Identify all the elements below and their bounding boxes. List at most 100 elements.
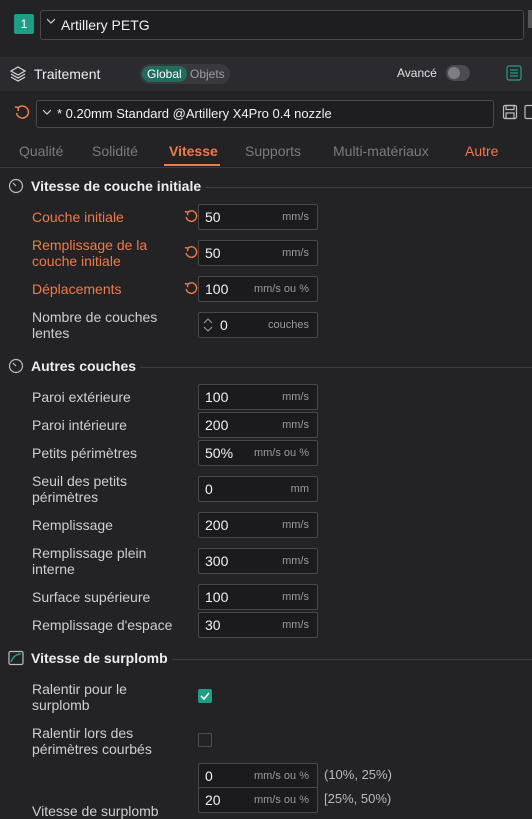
tab-vitesse[interactable]: Vitesse xyxy=(169,143,218,159)
checkmark-icon xyxy=(200,692,210,701)
active-tab-underline xyxy=(164,164,220,166)
surface-superieure-input[interactable]: 100 mm/s xyxy=(198,584,318,610)
nombre-couches-lentes-stepper[interactable]: 0 couches xyxy=(198,312,318,338)
ralentir-perimetres-courbes-checkbox[interactable] xyxy=(198,733,212,747)
ralentir-surplomb-checkbox[interactable] xyxy=(198,689,212,703)
chevron-down-icon xyxy=(47,18,55,24)
field-value: 50 xyxy=(205,209,221,225)
field-unit: mm/s xyxy=(282,519,309,531)
chevron-down-icon xyxy=(43,109,51,115)
field-value: 0 xyxy=(205,481,213,497)
label-paroi-exterieure: Paroi extérieure xyxy=(32,389,131,405)
field-value: 30 xyxy=(205,617,221,633)
field-value: 20 xyxy=(205,792,221,808)
scope-objects-button[interactable]: Objets xyxy=(190,66,225,82)
tab-autre[interactable]: Autre xyxy=(465,143,498,159)
field-value: 0 xyxy=(205,768,213,784)
field-unit: mm/s ou % xyxy=(253,770,309,782)
overhang-icon xyxy=(8,650,24,666)
label-remplissage-couche-initiale: Remplissage de la couche initiale xyxy=(32,237,148,269)
seuil-petits-perimetres-input[interactable]: 0 mm xyxy=(198,476,318,502)
field-value: 200 xyxy=(205,417,229,433)
field-unit: mm/s xyxy=(282,247,309,259)
scrollbar[interactable] xyxy=(528,10,532,28)
label-couche-initiale: Couche initiale xyxy=(32,209,124,225)
field-unit: mm/s xyxy=(282,591,309,603)
section-title-overhang: Vitesse de surplomb xyxy=(31,650,168,666)
surplomb-range-1: (10%, 25%) xyxy=(324,767,392,782)
remplissage-espace-input[interactable]: 30 mm/s xyxy=(198,612,318,638)
list-icon[interactable] xyxy=(506,65,522,81)
reset-icon[interactable] xyxy=(184,281,198,295)
preset-name: * 0.20mm Standard @Artillery X4Pro 0.4 n… xyxy=(57,106,332,121)
section-title-initial: Vitesse de couche initiale xyxy=(31,178,202,194)
remplissage-plein-interne-input[interactable]: 300 mm/s xyxy=(198,548,318,574)
field-value: 100 xyxy=(205,589,229,605)
process-title: Traitement xyxy=(34,66,101,82)
field-value: 50% xyxy=(205,445,234,461)
field-unit: mm/s xyxy=(282,391,309,403)
reset-icon[interactable] xyxy=(184,209,198,223)
field-unit: mm/s xyxy=(282,419,309,431)
tab-solidite[interactable]: Solidité xyxy=(92,143,138,159)
field-unit: mm/s xyxy=(282,619,309,631)
field-value: 100 xyxy=(205,389,229,405)
tab-divider xyxy=(0,167,532,168)
tab-supports[interactable]: Supports xyxy=(245,143,301,159)
field-unit: mm/s ou % xyxy=(253,447,309,459)
surplomb-speed-2-input[interactable]: 20 mm/s ou % xyxy=(198,787,318,813)
toggle-knob xyxy=(448,67,460,79)
field-unit: mm/s xyxy=(282,211,309,223)
spin-arrows-icon[interactable] xyxy=(203,316,213,334)
deplacements-input[interactable]: 100 mm/s ou % xyxy=(198,276,318,302)
remplissage-input[interactable]: 200 mm/s xyxy=(198,512,318,538)
field-value: 100 xyxy=(205,281,229,297)
field-value: 200 xyxy=(205,517,229,533)
extruder-badge: 1 xyxy=(14,14,34,34)
paroi-exterieure-input[interactable]: 100 mm/s xyxy=(198,384,318,410)
label-ralentir-perimetres-courbes: Ralentir lors des périmètres courbés xyxy=(32,725,152,757)
field-unit: couches xyxy=(268,319,309,331)
remplissage-couche-initiale-input[interactable]: 50 mm/s xyxy=(198,240,318,266)
save-icon[interactable] xyxy=(502,104,518,120)
tab-multi-materiaux[interactable]: Multi-matériaux xyxy=(333,143,429,159)
section-divider xyxy=(140,367,532,368)
tab-qualite[interactable]: Qualité xyxy=(19,143,63,159)
layers-icon xyxy=(10,66,26,82)
paroi-interieure-input[interactable]: 200 mm/s xyxy=(198,412,318,438)
section-divider xyxy=(205,187,532,188)
reset-icon[interactable] xyxy=(184,245,198,259)
material-name: Artillery PETG xyxy=(61,17,150,33)
field-unit: mm/s ou % xyxy=(253,283,309,295)
field-value: 0 xyxy=(220,317,228,333)
reset-icon[interactable] xyxy=(14,104,30,120)
speedometer-icon xyxy=(8,178,24,194)
compare-icon[interactable] xyxy=(524,104,532,120)
label-remplissage: Remplissage xyxy=(32,517,113,533)
field-unit: mm/s xyxy=(282,555,309,567)
label-remplissage-plein-interne: Remplissage plein interne xyxy=(32,545,147,577)
label-petits-perimetres: Petits périmètres xyxy=(32,445,138,461)
advanced-toggle[interactable] xyxy=(446,65,470,81)
advanced-label: Avancé xyxy=(397,66,437,80)
material-select[interactable]: Artillery PETG xyxy=(40,10,524,40)
section-divider xyxy=(172,659,532,660)
label-nombre-couches-lentes: Nombre de couches lentes xyxy=(32,309,158,341)
speedometer-icon xyxy=(8,358,24,374)
surplomb-speed-1-input[interactable]: 0 mm/s ou % xyxy=(198,763,318,789)
surplomb-range-2: [25%, 50%) xyxy=(324,791,392,806)
label-remplissage-espace: Remplissage d'espace xyxy=(32,617,173,633)
petits-perimetres-input[interactable]: 50% mm/s ou % xyxy=(198,440,318,466)
field-unit: mm/s ou % xyxy=(253,794,309,806)
field-value: 50 xyxy=(205,245,221,261)
couche-initiale-input[interactable]: 50 mm/s xyxy=(198,204,318,230)
field-unit: mm xyxy=(290,483,309,495)
section-title-other: Autres couches xyxy=(31,358,137,374)
label-vitesse-surplomb: Vitesse de surplomb xyxy=(32,803,159,819)
preset-select[interactable]: * 0.20mm Standard @Artillery X4Pro 0.4 n… xyxy=(36,100,494,128)
label-ralentir-surplomb: Ralentir pour le surplomb xyxy=(32,681,127,713)
label-surface-superieure: Surface supérieure xyxy=(32,589,151,605)
label-deplacements: Déplacements xyxy=(32,281,122,297)
field-value: 300 xyxy=(205,553,229,569)
scope-global-button[interactable]: Global xyxy=(142,66,187,82)
